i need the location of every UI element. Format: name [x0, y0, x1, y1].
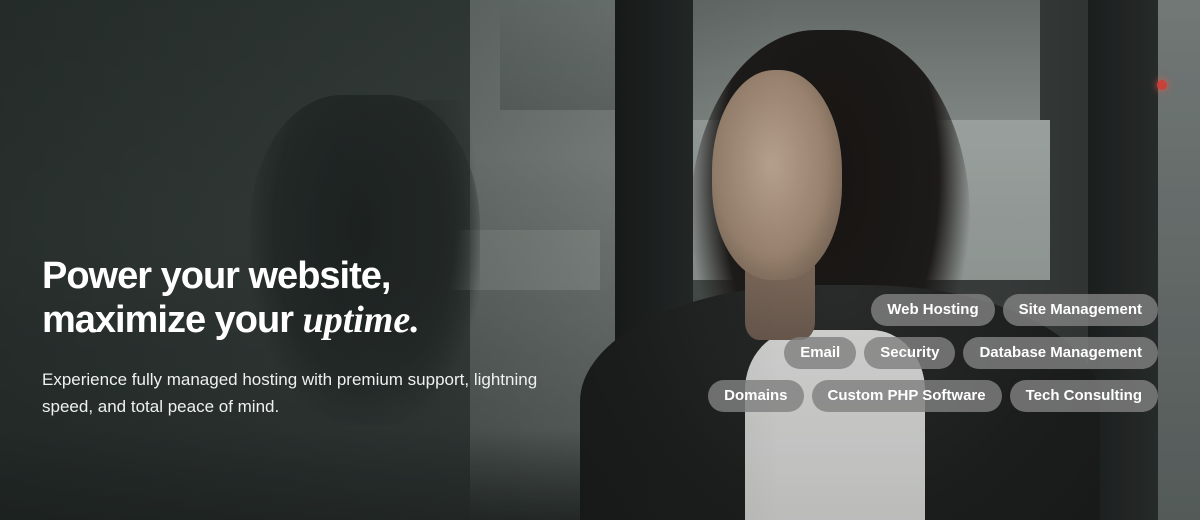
headline-accent-word: uptime. — [302, 299, 420, 341]
tag-domains[interactable]: Domains — [708, 380, 804, 412]
hero-section: Power your website, maximize your uptime… — [0, 0, 1200, 520]
tag-security[interactable]: Security — [864, 337, 956, 369]
hero-content: Power your website, maximize your uptime… — [42, 254, 602, 420]
headline-line-1: Power your website, — [42, 255, 391, 297]
headline-line-2: maximize your uptime. — [42, 298, 602, 342]
tag-database-management[interactable]: Database Management — [963, 337, 1158, 369]
tag-row-1: Web Hosting Site Management — [698, 294, 1158, 326]
tag-row-2: Email Security Database Management — [698, 337, 1158, 369]
hero-headline: Power your website, maximize your uptime… — [42, 254, 602, 342]
tag-email[interactable]: Email — [784, 337, 857, 369]
tag-custom-php-software[interactable]: Custom PHP Software — [811, 380, 1002, 412]
service-tags: Web Hosting Site Management Email Securi… — [698, 294, 1158, 423]
tag-site-management[interactable]: Site Management — [1002, 294, 1158, 326]
tag-row-3: Domains Custom PHP Software Tech Consult… — [698, 380, 1158, 412]
headline-line-2-prefix: maximize your — [42, 299, 303, 341]
tag-tech-consulting[interactable]: Tech Consulting — [1009, 380, 1158, 412]
tag-web-hosting[interactable]: Web Hosting — [871, 294, 995, 326]
hero-subtext: Experience fully managed hosting with pr… — [42, 370, 538, 416]
